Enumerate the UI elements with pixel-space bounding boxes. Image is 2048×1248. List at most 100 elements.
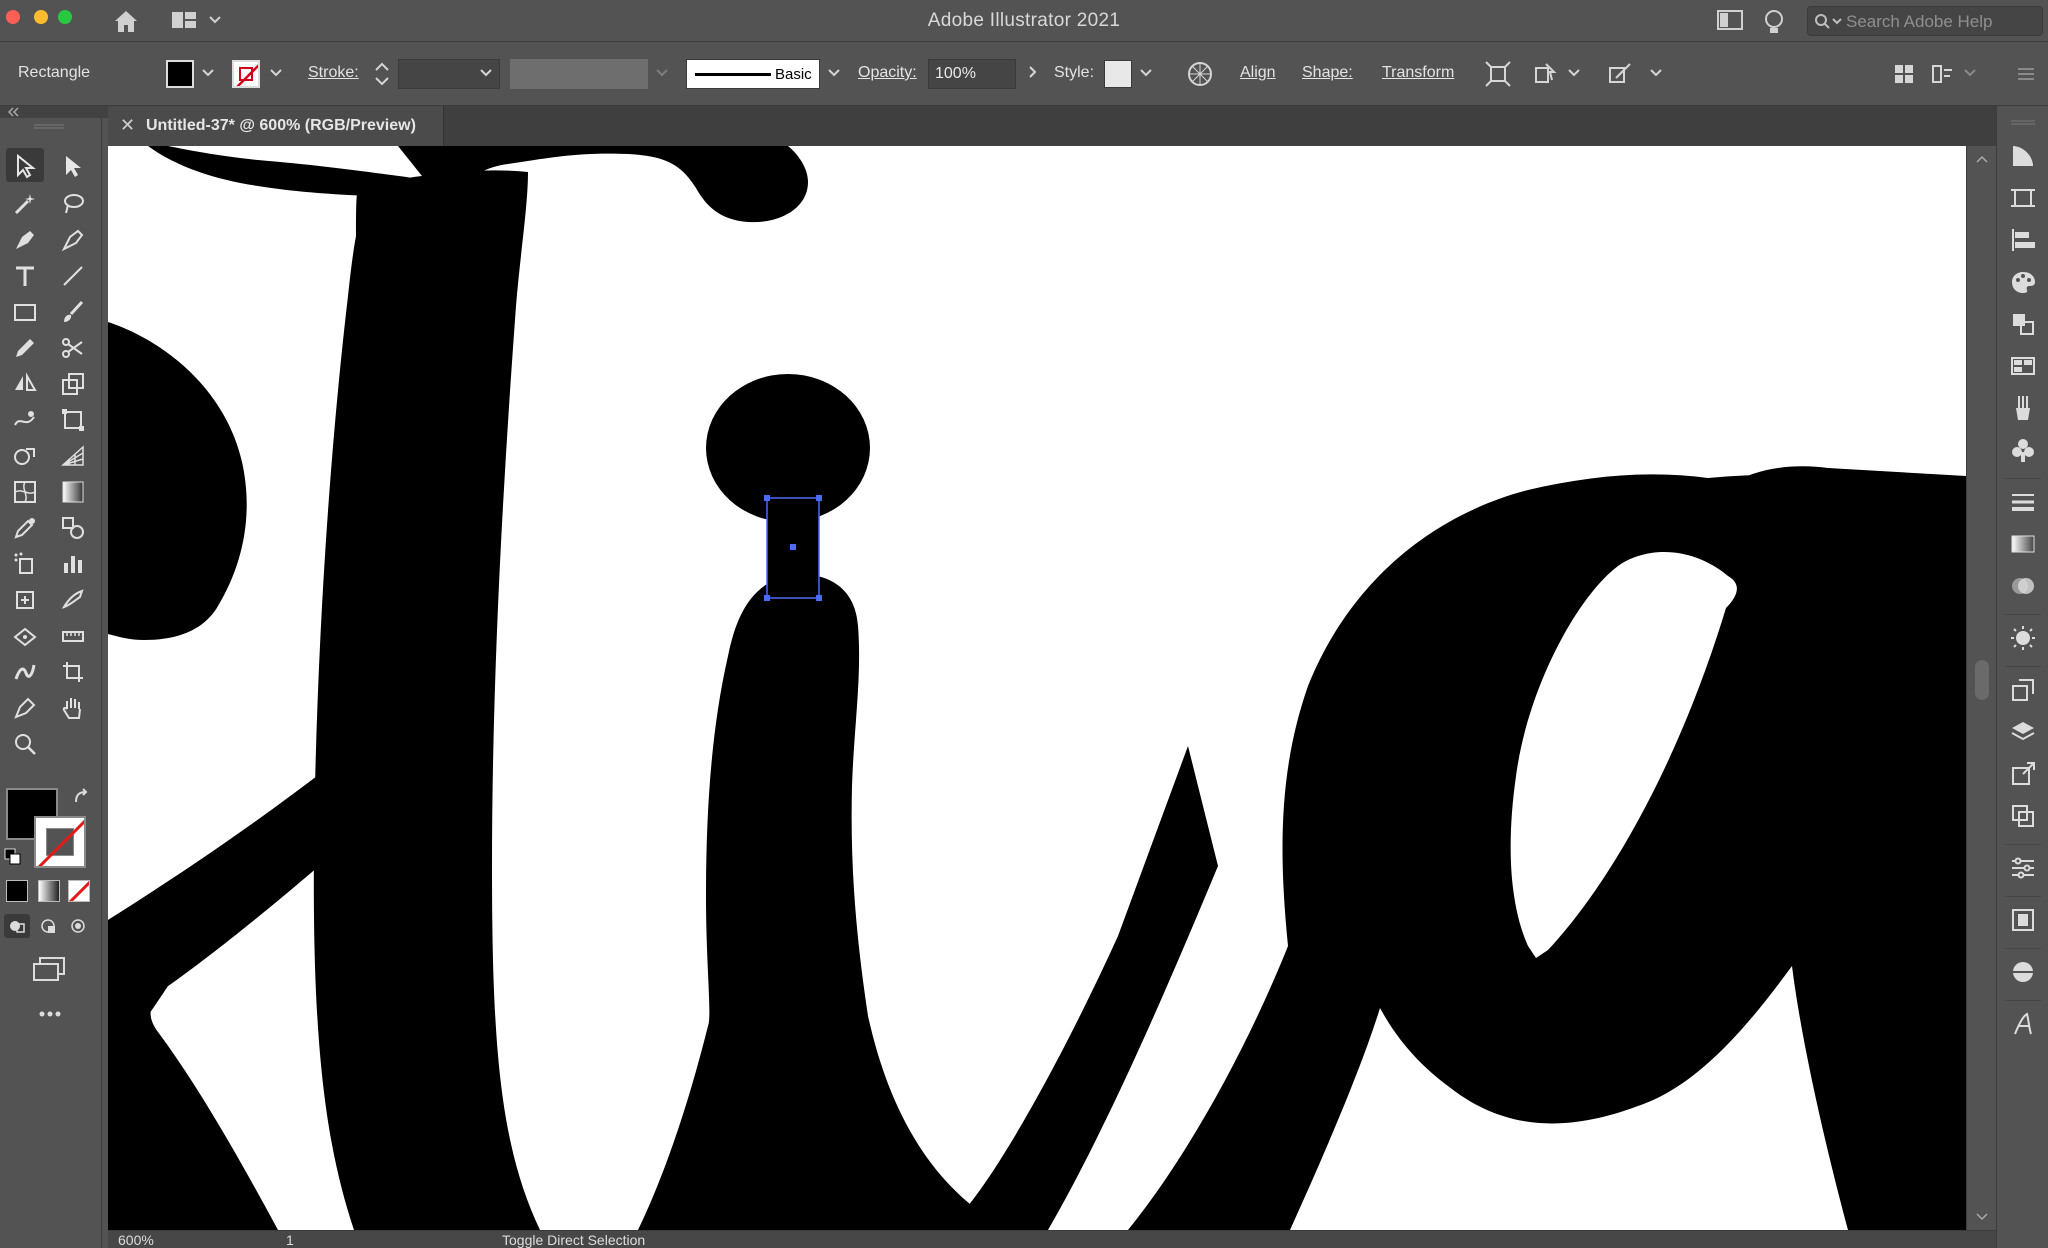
variable-width-profile[interactable] xyxy=(510,59,648,89)
draw-inside-icon[interactable] xyxy=(70,918,86,934)
control-bar-menu-icon[interactable] xyxy=(2014,62,2038,86)
chevron-down-icon[interactable] xyxy=(826,64,842,80)
eyedropper-tool[interactable] xyxy=(6,510,44,544)
swap-fill-stroke-icon[interactable] xyxy=(72,788,90,806)
color-guide-icon[interactable] xyxy=(2009,310,2037,338)
chevron-down-icon[interactable] xyxy=(1138,64,1154,80)
chevron-down-icon[interactable] xyxy=(1962,64,1978,80)
none-mode-button[interactable] xyxy=(68,880,90,902)
scroll-down-icon[interactable] xyxy=(1975,1212,1989,1222)
close-tab-icon[interactable]: ✕ xyxy=(120,115,135,136)
line-segment-tool[interactable] xyxy=(54,258,92,292)
blend-tool[interactable] xyxy=(54,510,92,544)
artboard[interactable] xyxy=(108,146,1966,1230)
export-panel-icon[interactable] xyxy=(2009,760,2037,788)
shape-builder-tool[interactable] xyxy=(6,438,44,472)
transparency-panel-icon[interactable] xyxy=(2009,572,2037,600)
warp-tool[interactable] xyxy=(6,402,44,436)
canvas-area[interactable] xyxy=(108,146,1966,1230)
paintbrush-tool[interactable] xyxy=(54,294,92,328)
opacity-label[interactable]: Opacity: xyxy=(858,64,917,82)
crop-image-tool[interactable] xyxy=(54,654,92,688)
vertical-scrollbar[interactable] xyxy=(1966,146,1996,1230)
artwork-lettering[interactable] xyxy=(108,146,1966,1230)
curvature-tool[interactable] xyxy=(54,222,92,256)
lightbulb-icon[interactable] xyxy=(1762,8,1786,41)
chevron-down-icon[interactable] xyxy=(478,64,494,80)
pencil-tool[interactable] xyxy=(6,330,44,364)
transform-panel-icon[interactable] xyxy=(2009,676,2037,704)
pathfinder-shapes-icon[interactable] xyxy=(2009,958,2037,986)
artboard-tool[interactable] xyxy=(6,582,44,616)
recolor-artwork-icon[interactable] xyxy=(1186,60,1214,88)
mesh-tool[interactable] xyxy=(6,474,44,508)
draw-normal-button[interactable] xyxy=(4,914,30,938)
document-tab[interactable]: ✕ Untitled-37* @ 600% (RGB/Preview) xyxy=(108,106,444,146)
vertical-scroll-thumb[interactable] xyxy=(1975,660,1989,700)
chevron-right-icon[interactable] xyxy=(1024,64,1040,80)
dock-grip-icon[interactable] xyxy=(2011,120,2035,126)
gradient-tool[interactable] xyxy=(54,474,92,508)
shape-link[interactable]: Shape: xyxy=(1302,64,1353,82)
direct-selection-tool[interactable] xyxy=(54,148,92,182)
align-link[interactable]: Align xyxy=(1240,64,1276,82)
free-transform-tool[interactable] xyxy=(54,402,92,436)
default-fill-stroke-icon[interactable] xyxy=(4,848,22,866)
slice-tool[interactable] xyxy=(54,582,92,616)
symbol-sprayer-tool[interactable] xyxy=(6,546,44,580)
zoom-level[interactable]: 600% xyxy=(118,1232,154,1248)
column-graph-tool[interactable] xyxy=(54,546,92,580)
pathfinder-panel-icon[interactable] xyxy=(2009,802,2037,830)
chevron-down-icon[interactable] xyxy=(200,64,216,80)
perspective-grid-tool[interactable] xyxy=(54,438,92,472)
scroll-up-icon[interactable] xyxy=(1975,154,1989,164)
arrange-documents-icon[interactable] xyxy=(1716,8,1744,37)
grid-arrange-icon[interactable] xyxy=(1892,62,1916,86)
properties-panel-icon[interactable] xyxy=(2009,142,2037,170)
collapse-left-icon[interactable] xyxy=(6,107,20,117)
align-panel-icon[interactable] xyxy=(2009,226,2037,254)
scissors-tool[interactable] xyxy=(54,330,92,364)
pen-tool[interactable] xyxy=(6,222,44,256)
width-tool[interactable] xyxy=(6,654,44,688)
stroke-color-box[interactable] xyxy=(34,816,86,868)
gradient-panel-icon[interactable] xyxy=(2009,530,2037,558)
magic-wand-tool[interactable] xyxy=(6,186,44,220)
chevron-down-icon[interactable] xyxy=(1566,64,1582,80)
draw-behind-icon[interactable] xyxy=(40,918,56,934)
chevron-down-icon[interactable] xyxy=(1648,64,1664,80)
color-palette-icon[interactable] xyxy=(2009,268,2037,296)
stroke-weight-stepper[interactable] xyxy=(372,58,392,90)
zoom-tool[interactable] xyxy=(6,726,44,760)
scale-tool[interactable] xyxy=(54,366,92,400)
chevron-down-icon[interactable] xyxy=(268,64,284,80)
symbols-panel-icon[interactable] xyxy=(2009,436,2037,464)
panel-options-icon[interactable] xyxy=(1930,62,1958,86)
opacity-field[interactable]: 100% xyxy=(928,59,1016,89)
artboards-panel-icon[interactable] xyxy=(2009,184,2037,212)
brushes-panel-icon[interactable] xyxy=(2009,394,2037,422)
brush-definition[interactable]: Basic xyxy=(686,59,820,89)
appearance-panel-icon[interactable] xyxy=(2009,624,2037,652)
glyphs-panel-icon[interactable] xyxy=(2009,1010,2037,1038)
grip-icon[interactable] xyxy=(34,124,64,130)
stroke-panel-icon[interactable] xyxy=(2009,488,2037,516)
screen-mode-icon[interactable] xyxy=(32,956,66,982)
properties-sliders-icon[interactable] xyxy=(2009,854,2037,882)
rectangle-tool[interactable] xyxy=(6,294,44,328)
gradient-mode-button[interactable] xyxy=(38,880,60,902)
puppet-warp-tool[interactable] xyxy=(6,618,44,652)
type-tool[interactable] xyxy=(6,258,44,292)
layers-panel-icon[interactable] xyxy=(2009,718,2037,746)
lasso-tool[interactable] xyxy=(54,186,92,220)
puppet-warp-options-icon[interactable] xyxy=(1606,60,1634,88)
measure-tool[interactable] xyxy=(54,618,92,652)
selection-tool[interactable] xyxy=(6,148,44,182)
stroke-swatch[interactable] xyxy=(232,60,260,88)
graphic-style-swatch[interactable] xyxy=(1104,60,1132,88)
hand-tool[interactable] xyxy=(54,690,92,724)
more-tools-icon[interactable] xyxy=(38,1010,62,1018)
isolate-selected-icon[interactable] xyxy=(1484,60,1512,88)
reflect-tool[interactable] xyxy=(6,366,44,400)
select-similar-icon[interactable] xyxy=(1532,60,1560,88)
